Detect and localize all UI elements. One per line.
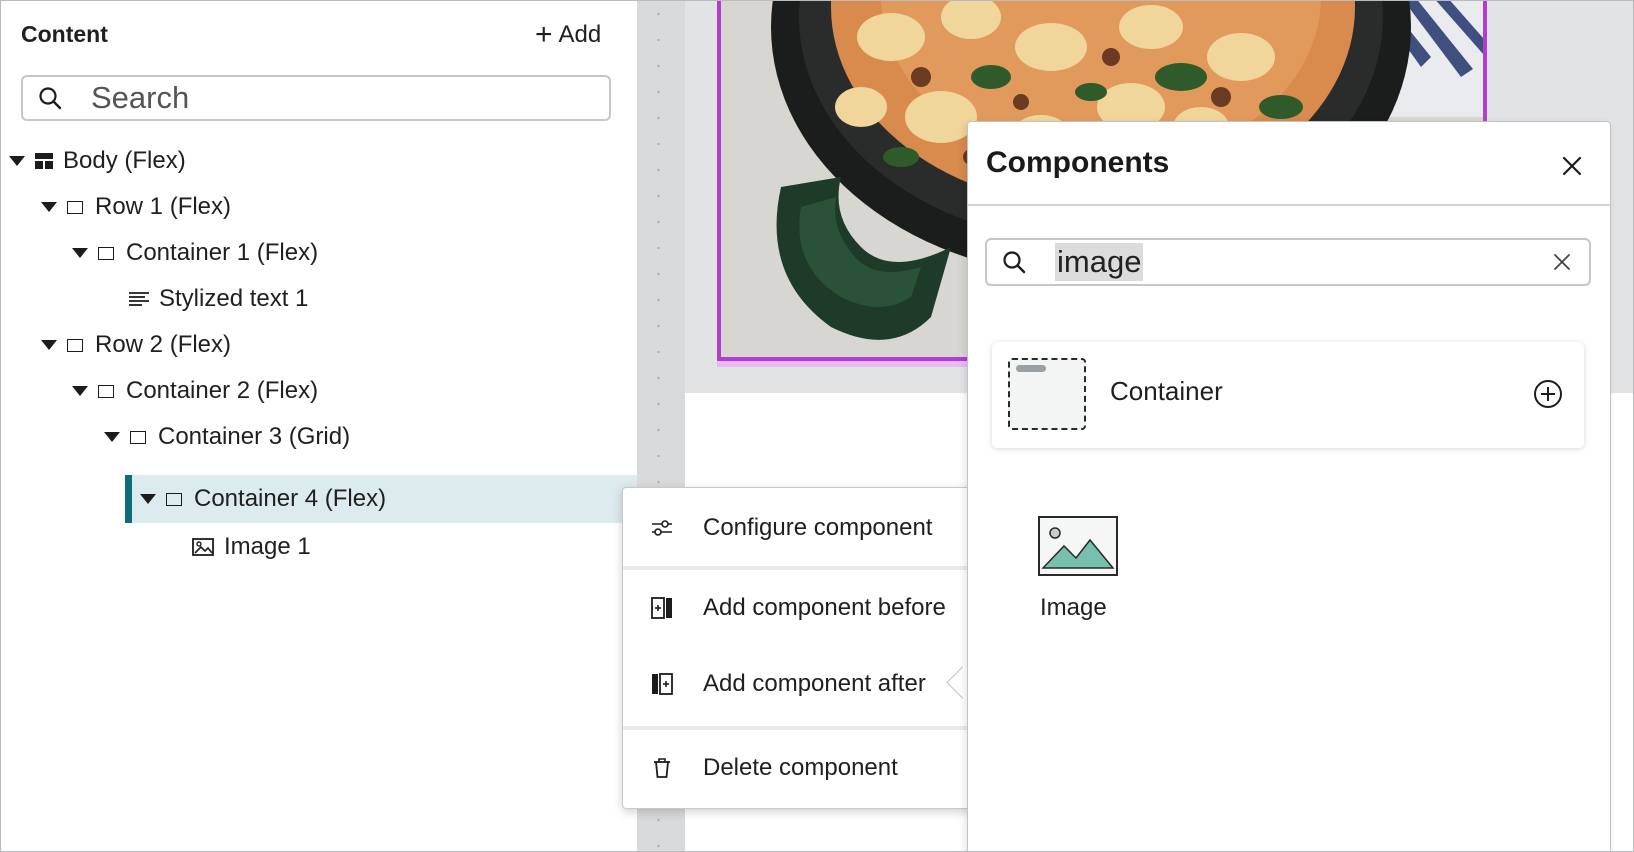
insert-after-icon <box>647 672 677 696</box>
tree-item-label: Container 3 (Grid) <box>158 423 351 450</box>
menu-item-label: Delete component <box>703 754 898 781</box>
caret-down-icon[interactable] <box>140 494 156 504</box>
plus-icon: + <box>535 18 553 51</box>
caret-down-icon[interactable] <box>41 202 57 212</box>
add-button[interactable]: + Add <box>535 17 601 53</box>
box-icon <box>67 338 83 352</box>
panel-divider <box>968 204 1610 206</box>
menu-divider <box>623 726 981 730</box>
tree-item-container-4[interactable]: Container 4 (Flex) <box>125 475 637 523</box>
component-result-label: Container <box>1110 376 1223 406</box>
tree-item-body[interactable]: Body (Flex) <box>9 137 186 185</box>
menu-item-label: Configure component <box>703 514 933 541</box>
menu-divider <box>623 566 981 570</box>
components-panel: Components image Container Image <box>967 121 1611 851</box>
content-panel-title: Content <box>21 21 108 47</box>
box-icon <box>98 246 114 260</box>
sliders-icon <box>647 518 677 538</box>
menu-item-add-before[interactable]: Add component before <box>623 572 981 644</box>
tree-item-label: Stylized text 1 <box>159 285 309 312</box>
tree-item-container-1[interactable]: Container 1 (Flex) <box>72 229 318 277</box>
caret-down-icon[interactable] <box>72 248 88 258</box>
box-icon <box>130 430 146 444</box>
tree-item-container-2[interactable]: Container 2 (Flex) <box>72 367 318 415</box>
add-button-label: Add <box>558 21 602 48</box>
box-icon <box>166 492 182 506</box>
caret-down-icon[interactable] <box>72 386 88 396</box>
tree-item-label: Row 2 (Flex) <box>95 331 232 358</box>
box-icon <box>98 384 114 398</box>
content-search-box[interactable] <box>21 75 611 121</box>
tree-item-row-2[interactable]: Row 2 (Flex) <box>41 321 231 369</box>
tree-item-label: Image 1 <box>224 533 311 560</box>
tree-item-stylized-text-1[interactable]: Stylized text 1 <box>129 275 308 323</box>
tree-item-container-3[interactable]: Container 3 (Grid) <box>104 413 350 461</box>
menu-item-label: Add component before <box>703 594 946 621</box>
component-result-container[interactable]: Container <box>992 342 1584 448</box>
box-icon <box>67 200 83 214</box>
insert-before-icon <box>647 596 677 620</box>
content-search-input[interactable] <box>89 79 573 117</box>
image-component-icon[interactable] <box>1038 516 1118 576</box>
tree-item-label: Container 2 (Flex) <box>126 377 319 404</box>
tree-item-label: Container 1 (Flex) <box>126 239 319 266</box>
add-circle-icon[interactable] <box>1532 378 1564 410</box>
menu-item-configure-component[interactable]: Configure component <box>623 492 981 564</box>
layout-icon <box>35 153 53 169</box>
context-menu: Configure component Add component before… <box>622 487 982 809</box>
app-frame: Content + Add Body (Flex) Row 1 (Flex) <box>0 0 1634 852</box>
tree-item-label: Container 4 (Flex) <box>194 485 387 512</box>
search-icon <box>1003 251 1026 274</box>
menu-item-add-after[interactable]: Add component after <box>623 648 981 720</box>
tree-item-label: Body (Flex) <box>63 147 186 174</box>
tree-item-label: Row 1 (Flex) <box>95 193 232 220</box>
container-thumbnail-icon <box>1008 358 1086 430</box>
caret-down-icon[interactable] <box>41 340 57 350</box>
tree-item-row-1[interactable]: Row 1 (Flex) <box>41 183 231 231</box>
content-panel: Content + Add Body (Flex) Row 1 (Flex) <box>1 1 637 851</box>
image-icon <box>192 538 214 556</box>
close-icon[interactable] <box>1558 152 1586 180</box>
caret-down-icon[interactable] <box>9 156 25 166</box>
components-search-box[interactable]: image <box>985 238 1591 286</box>
trash-icon <box>647 757 677 779</box>
text-lines-icon <box>129 291 149 307</box>
components-search-input[interactable]: image <box>1055 243 1144 281</box>
search-icon <box>39 87 62 110</box>
components-panel-title: Components <box>986 146 1170 179</box>
caret-down-icon[interactable] <box>104 432 120 442</box>
clear-search-icon[interactable] <box>1551 251 1573 273</box>
menu-item-delete-component[interactable]: Delete component <box>623 732 981 804</box>
tree-item-image-1[interactable]: Image 1 <box>192 523 311 571</box>
menu-item-label: Add component after <box>703 670 926 697</box>
component-result-label[interactable]: Image <box>1040 594 1107 622</box>
